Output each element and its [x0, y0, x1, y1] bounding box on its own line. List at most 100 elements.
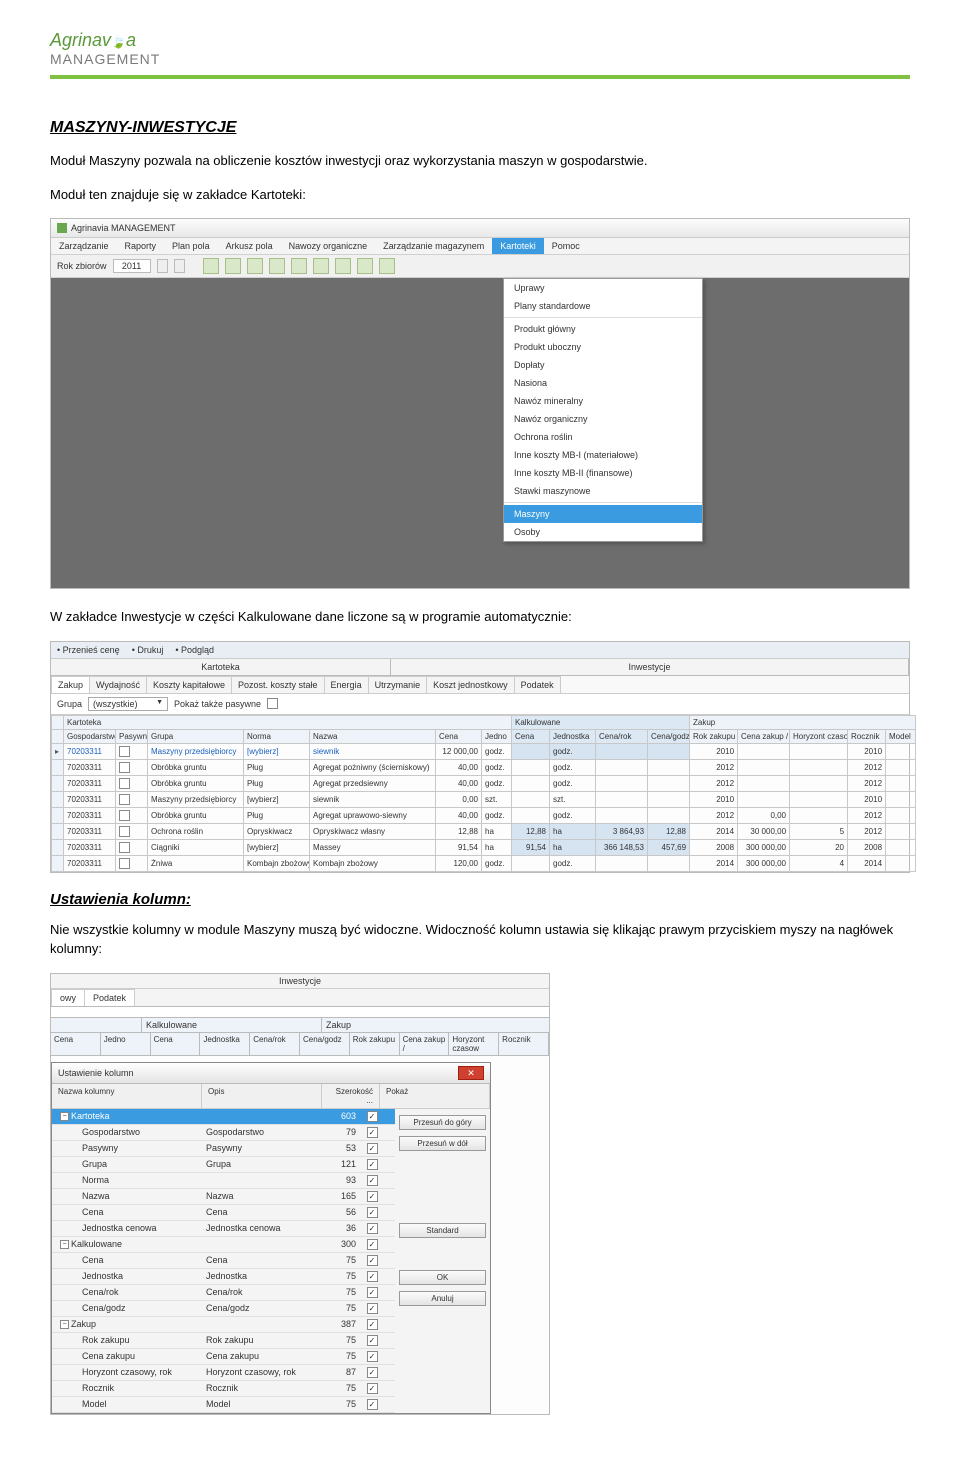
show-column-checkbox[interactable]	[367, 1287, 378, 1298]
tree-row[interactable]: Rok zakupuRok zakupu75	[52, 1333, 395, 1349]
cell-nazwa[interactable]: Opryskiwacz własny	[310, 823, 436, 839]
table-row[interactable]: 70203311Obróbka gruntuPługAgregat uprawo…	[52, 807, 916, 823]
grid-column-header[interactable]: Horyzont czasow	[790, 729, 848, 743]
cell-pasywny[interactable]	[116, 791, 148, 807]
show-column-checkbox[interactable]	[367, 1111, 378, 1122]
show-passive-checkbox[interactable]	[267, 698, 278, 709]
cell-gospodarstwo[interactable]: 70203311	[64, 759, 116, 775]
cell-gospodarstwo[interactable]: 70203311	[64, 807, 116, 823]
toolbar-icon-6[interactable]	[313, 258, 329, 274]
cell-nazwa[interactable]: Agregat uprawowo-siewny	[310, 807, 436, 823]
cell-cenazakup[interactable]: 30 000,00	[738, 823, 790, 839]
cell-horyzont[interactable]: 4	[790, 855, 848, 871]
cell-rokzakupu[interactable]: 2014	[690, 823, 738, 839]
show-column-checkbox[interactable]	[367, 1399, 378, 1410]
tree-row[interactable]: RocznikRocznik75	[52, 1381, 395, 1397]
cell-cena[interactable]: 40,00	[436, 775, 482, 791]
show-column-checkbox[interactable]	[367, 1367, 378, 1378]
grid-column-header[interactable]: Rok zakupu	[690, 729, 738, 743]
grid-column-header[interactable]: Cena zakup /	[738, 729, 790, 743]
grid-column-header[interactable]: Norma	[244, 729, 310, 743]
tree-row[interactable]: Norma93	[52, 1173, 395, 1189]
show-column-checkbox[interactable]	[367, 1191, 378, 1202]
show-column-checkbox[interactable]	[367, 1223, 378, 1234]
table-row[interactable]: 70203311Maszyny przedsiębiorcy[wybierz]s…	[52, 791, 916, 807]
year-prev-button[interactable]	[157, 259, 168, 273]
cell-rocznik[interactable]: 2012	[848, 807, 886, 823]
cell-gospodarstwo[interactable]: 70203311	[64, 775, 116, 791]
cell-jedno[interactable]: godz.	[482, 743, 512, 759]
cell-jedno[interactable]: szt.	[482, 791, 512, 807]
cell-rokzakupu[interactable]: 2012	[690, 775, 738, 791]
subtab[interactable]: Pozost. koszty stałe	[231, 676, 325, 693]
show-column-checkbox[interactable]	[367, 1255, 378, 1266]
cell-rokzakupu[interactable]: 2008	[690, 839, 738, 855]
cell-norma[interactable]: Kombajn zbożowy	[244, 855, 310, 871]
cell-rokzakupu[interactable]: 2012	[690, 759, 738, 775]
tree-row[interactable]: JednostkaJednostka75	[52, 1269, 395, 1285]
dropdown-item[interactable]: Plany standardowe	[504, 297, 702, 315]
grid-column-header[interactable]: Pasywny	[116, 729, 148, 743]
cell-rocznik[interactable]: 2008	[848, 839, 886, 855]
menu-zarządzanie-magazynem[interactable]: Zarządzanie magazynem	[375, 238, 492, 254]
ok-button[interactable]: OK	[399, 1270, 486, 1285]
cell-horyzont[interactable]	[790, 743, 848, 759]
cell-nazwa[interactable]: siewnik	[310, 791, 436, 807]
cell-model[interactable]	[886, 743, 916, 759]
cell-cenazakup[interactable]	[738, 759, 790, 775]
toolbar-icon-2[interactable]	[225, 258, 241, 274]
grid-column-header[interactable]: Gospodarstwo	[64, 729, 116, 743]
show-column-checkbox[interactable]	[367, 1207, 378, 1218]
cell-rocznik[interactable]: 2010	[848, 791, 886, 807]
subtab[interactable]: Zakup	[51, 676, 90, 693]
tree-row[interactable]: GospodarstwoGospodarstwo79	[52, 1125, 395, 1141]
tree-row[interactable]: NazwaNazwa165	[52, 1189, 395, 1205]
grid-column-header[interactable]: Jedno	[482, 729, 512, 743]
tree-row[interactable]: Horyzont czasowy, rokHoryzont czasowy, r…	[52, 1365, 395, 1381]
cell-model[interactable]	[886, 759, 916, 775]
cell-nazwa[interactable]: Agregat przedsiewny	[310, 775, 436, 791]
cell-grupa[interactable]: Ochrona roślin	[148, 823, 244, 839]
dropdown-item[interactable]: Ochrona roślin	[504, 428, 702, 446]
cell-rocznik[interactable]: 2012	[848, 759, 886, 775]
cell-cenazakup[interactable]	[738, 775, 790, 791]
grid-column-header[interactable]: Rocznik	[499, 1033, 549, 1055]
year-next-button[interactable]	[174, 259, 185, 273]
cell-horyzont[interactable]: 20	[790, 839, 848, 855]
cell-norma[interactable]: Pług	[244, 759, 310, 775]
cell-model[interactable]	[886, 807, 916, 823]
expand-icon[interactable]: −	[60, 1320, 69, 1329]
dropdown-item[interactable]: Stawki maszynowe	[504, 482, 702, 500]
year-input[interactable]: 2011	[113, 259, 151, 273]
grid-column-header[interactable]: Nazwa	[310, 729, 436, 743]
cell-nazwa[interactable]: siewnik	[310, 743, 436, 759]
show-column-checkbox[interactable]	[367, 1383, 378, 1394]
toolbar-action[interactable]: • Przenieś cenę	[57, 645, 120, 655]
dropdown-item[interactable]: Maszyny	[504, 505, 702, 523]
show-column-checkbox[interactable]	[367, 1175, 378, 1186]
move-down-button[interactable]: Przesuń w dół	[399, 1136, 486, 1151]
cancel-button[interactable]: Anuluj	[399, 1291, 486, 1306]
cell-norma[interactable]: Pług	[244, 775, 310, 791]
dropdown-item[interactable]: Uprawy	[504, 279, 702, 297]
group-select[interactable]: (wszystkie)▼	[88, 697, 168, 711]
table-row[interactable]: 70203311Ochrona roślinOpryskiwaczOpryski…	[52, 823, 916, 839]
toolbar-icon-3[interactable]	[247, 258, 263, 274]
cell-gospodarstwo[interactable]: 70203311	[64, 855, 116, 871]
cell-horyzont[interactable]	[790, 807, 848, 823]
cell-cena[interactable]: 0,00	[436, 791, 482, 807]
subtab[interactable]: Wydajność	[89, 676, 147, 693]
subtab[interactable]: Utrzymanie	[368, 676, 428, 693]
cell-rocznik[interactable]: 2014	[848, 855, 886, 871]
cell-cenazakup[interactable]: 300 000,00	[738, 855, 790, 871]
cell-cena[interactable]: 40,00	[436, 807, 482, 823]
subtab[interactable]: Podatek	[514, 676, 561, 693]
show-column-checkbox[interactable]	[367, 1143, 378, 1154]
cell-model[interactable]	[886, 791, 916, 807]
menu-pomoc[interactable]: Pomoc	[544, 238, 588, 254]
dropdown-item[interactable]: Inne koszty MB-II (finansowe)	[504, 464, 702, 482]
subtab[interactable]: Koszt jednostkowy	[426, 676, 515, 693]
cell-grupa[interactable]: Obróbka gruntu	[148, 759, 244, 775]
show-column-checkbox[interactable]	[367, 1159, 378, 1170]
tree-row[interactable]: Cena/godzCena/godz75	[52, 1301, 395, 1317]
